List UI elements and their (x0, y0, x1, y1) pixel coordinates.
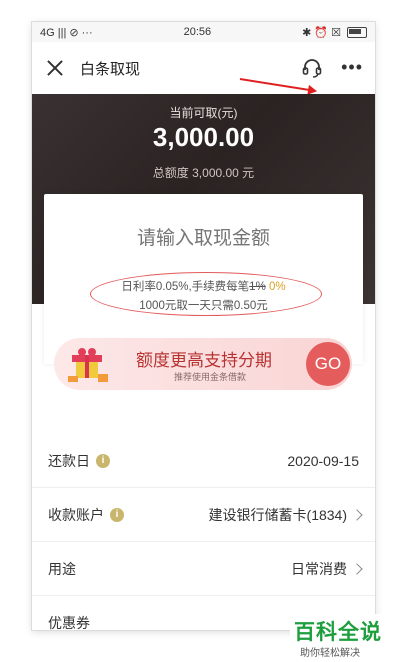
info-icon[interactable]: i (96, 453, 110, 468)
row-label: 收款账户 (48, 506, 104, 523)
row-value: 建设银行储蓄卡(1834) (208, 506, 347, 523)
headset-icon[interactable] (301, 57, 323, 79)
chevron-right-icon (351, 562, 363, 575)
watermark-subtitle: 助你轻松解决 (300, 648, 360, 659)
watermark-title: 百科全说 (294, 621, 382, 644)
status-bar: 4G ||| ⊘ ··· 20:56 ✱ ⏰ ☒ (32, 22, 375, 42)
annotation-arrow (239, 78, 316, 92)
more-icon[interactable]: ••• (341, 58, 363, 76)
available-amount: 3,000.00 (152, 122, 255, 152)
purpose-row[interactable]: 用途 日常消费 (32, 542, 375, 596)
info-icon[interactable]: i (110, 507, 124, 522)
promo-subtitle: 推荐使用金条借款 (174, 372, 247, 382)
row-label: 还款日 (48, 452, 90, 469)
chevron-right-icon (351, 508, 363, 521)
repayment-date-row: 还款日 i 2020-09-15 (32, 434, 375, 488)
row-label: 优惠券 (48, 615, 90, 630)
close-icon[interactable] (46, 59, 64, 77)
status-right-text: ✱ ⏰ ☒ (302, 26, 341, 39)
page-title: 白条取现 (80, 60, 141, 78)
row-value: 日常消费 (291, 560, 347, 577)
total-limit: 总额度 3,000.00 元 (152, 166, 255, 180)
promo-title: 额度更高支持分期 (136, 351, 272, 370)
annotation-ellipse (90, 272, 322, 316)
nav-bar: 白条取现 ••• (32, 42, 375, 94)
available-label: 当前可取(元) (169, 106, 238, 120)
amount-input[interactable] (44, 228, 363, 250)
status-signal: 4G ||| ⊘ ··· (40, 26, 93, 39)
phone-screen: 4G ||| ⊘ ··· 20:56 ✱ ⏰ ☒ 白条取现 ••• 当前可取(元… (32, 22, 375, 630)
go-button[interactable]: GO (306, 342, 350, 386)
gift-icon (68, 348, 108, 382)
row-label: 用途 (48, 560, 76, 577)
status-time: 20:56 (183, 26, 212, 38)
watermark-logo: 百科全说 助你轻松解决 (290, 614, 400, 662)
promo-banner[interactable]: 额度更高支持分期 推荐使用金条借款 GO (54, 338, 352, 390)
row-value: 2020-09-15 (287, 452, 359, 469)
status-icons: ✱ ⏰ ☒ (302, 26, 367, 39)
receiving-account-row[interactable]: 收款账户 i 建设银行储蓄卡(1834) (32, 488, 375, 542)
battery-icon (346, 26, 367, 38)
